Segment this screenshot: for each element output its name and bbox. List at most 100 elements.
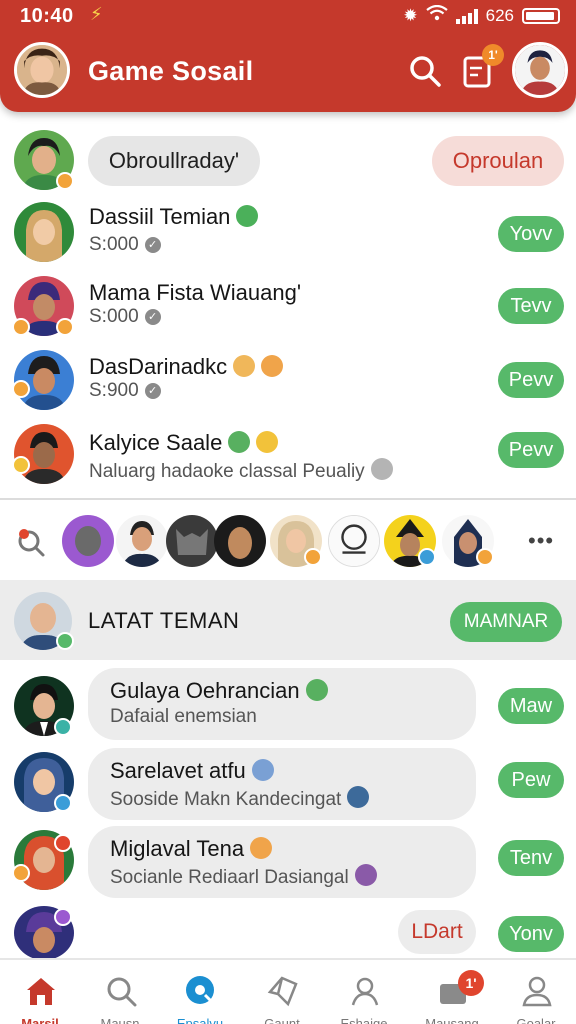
tab-profile[interactable]: Goalar xyxy=(500,960,572,1024)
avatar[interactable] xyxy=(328,515,380,567)
suggestion-status: Sooside Makn Kandecingat xyxy=(110,789,342,810)
home-icon xyxy=(27,978,55,1005)
app-title: Game Sosail xyxy=(88,56,254,86)
pet-emoji-icon xyxy=(250,837,273,859)
tab-label: Mausn xyxy=(100,1016,140,1024)
tab-discover[interactable]: Epsalvu xyxy=(164,960,236,1024)
section-title: LATAT TEMAN xyxy=(88,608,240,633)
battery-icon xyxy=(522,7,560,24)
status-emoji-icon xyxy=(12,864,30,882)
top-action-button[interactable]: Oproulan xyxy=(432,136,564,186)
notification-badge: 1' xyxy=(482,44,504,66)
face-emoji-icon xyxy=(233,355,256,377)
suggestion-name: Sarelavet atfu xyxy=(110,758,246,783)
status-time: 10:40 xyxy=(20,5,74,27)
list-item[interactable]: Gulaya Oehrancian Dafaial enemsian Maw xyxy=(0,664,576,744)
wifi-icon xyxy=(425,4,448,26)
tab-home[interactable]: Marsil xyxy=(4,960,76,1024)
friend-action-button[interactable]: Pevv xyxy=(498,362,564,398)
status-emoji-icon xyxy=(304,548,322,566)
suggestion-action-button[interactable]: Maw xyxy=(498,688,564,724)
friend-status: S:900 xyxy=(89,380,139,401)
avatar[interactable] xyxy=(116,515,168,567)
friend-action-button[interactable]: Tevv xyxy=(498,288,564,324)
friend-name: Mama Fista Wiauang' xyxy=(89,280,302,305)
charging-icon: ⚡ xyxy=(90,4,103,24)
avatar xyxy=(14,424,74,484)
search-friends-icon[interactable] xyxy=(16,528,46,558)
suggestion-action-button[interactable]: Tenv xyxy=(498,840,564,876)
tab-label: Epsalvu xyxy=(176,1016,224,1024)
last-row-chip[interactable]: LDart xyxy=(398,910,476,954)
avatar-emoji-icon xyxy=(347,786,370,808)
status-emoji-icon xyxy=(12,380,30,398)
avatar xyxy=(14,202,74,262)
tab-search[interactable]: Mausn xyxy=(84,960,156,1024)
search-icon xyxy=(107,977,137,1007)
avatar[interactable] xyxy=(214,515,266,567)
avatar-emoji-icon xyxy=(354,864,377,886)
status-emoji-icon xyxy=(418,548,436,566)
list-item[interactable]: Kalyice Saale Naluarg hadaoke classal Pe… xyxy=(0,420,576,496)
list-item[interactable]: Mama Fista Wiauang' S:000 ✓ Tevv xyxy=(0,272,576,346)
messages-badge: 1' xyxy=(458,970,484,996)
tab-game[interactable]: Gaunt xyxy=(246,960,318,1024)
profile-avatar[interactable] xyxy=(512,42,568,98)
suggestion-action-button[interactable]: Pew xyxy=(498,762,564,798)
settings-status-icon: ✹ xyxy=(403,5,418,25)
section-header: LATAT TEMAN MAMNAR xyxy=(0,580,576,660)
top-row: Obroullraday' Oproulan xyxy=(0,124,576,198)
profile-icon xyxy=(522,976,552,1007)
tab-label: Gaunt xyxy=(264,1016,300,1024)
section-action-button[interactable]: MAMNAR xyxy=(450,602,562,642)
suggestion-status: Dafaial enemsian xyxy=(110,706,257,727)
list-item[interactable]: DasDarinadkc S:900 ✓ Pevv xyxy=(0,346,576,420)
game-icon xyxy=(267,976,298,1007)
status-emoji-icon xyxy=(12,318,30,336)
my-avatar[interactable] xyxy=(14,42,70,98)
top-chip[interactable]: Obroullraday' xyxy=(88,136,260,186)
status-emoji-icon xyxy=(56,318,74,336)
tab-people[interactable]: Eshaige xyxy=(328,960,400,1024)
online-friends-strip: ••• xyxy=(0,504,576,578)
status-emoji-icon xyxy=(54,908,72,926)
avatar[interactable] xyxy=(62,515,114,567)
more-icon[interactable]: ••• xyxy=(528,528,554,554)
tab-label: Goalar xyxy=(516,1016,556,1024)
mask-emoji-icon xyxy=(370,458,393,480)
status-emoji-icon xyxy=(54,834,72,852)
game-emoji-icon xyxy=(236,205,259,227)
status-emoji-icon xyxy=(54,794,72,812)
people-icon xyxy=(351,977,379,1006)
friend-status: Naluarg hadaoke classal Peualiy xyxy=(89,461,365,482)
last-row-action-button[interactable]: Yonv xyxy=(498,916,564,952)
status-bar: 10:40 ⚡ ✹ 626 xyxy=(0,0,576,32)
list-item[interactable]: Sarelavet atfu Sooside Makn Kandecingat … xyxy=(0,744,576,824)
list-item[interactable]: LDart Yonv xyxy=(0,902,576,960)
friend-action-button[interactable]: Pevv xyxy=(498,432,564,468)
list-item[interactable]: Dassiil Temian S:000 ✓ Yovv xyxy=(0,198,576,272)
friend-action-button[interactable]: Yovv xyxy=(498,216,564,252)
tab-label: Eshaige xyxy=(340,1016,388,1024)
suggestion-status: Socianle Rediaarl Dasiangal xyxy=(110,867,349,888)
avatar[interactable] xyxy=(166,515,218,567)
divider xyxy=(0,498,576,500)
bottom-tab-bar: Marsil Mausn Epsalvu Gaunt Eshaige Mausa… xyxy=(0,958,576,1024)
face-emoji-icon xyxy=(261,355,284,377)
game-emoji-icon xyxy=(305,679,328,701)
tab-label: Mausang xyxy=(425,1016,479,1024)
verified-icon: ✓ xyxy=(144,237,161,253)
status-emoji-icon xyxy=(12,456,30,474)
friend-name: DasDarinadkc xyxy=(89,354,228,379)
suggestion-name: Miglaval Tena xyxy=(110,836,245,861)
friend-status: S:000 xyxy=(89,306,139,327)
list-item[interactable]: Miglaval Tena Socianle Rediaarl Dasianga… xyxy=(0,824,576,902)
status-emoji-icon xyxy=(476,548,494,566)
suggestion-name: Gulaya Oehrancian xyxy=(110,678,300,703)
game-emoji-icon xyxy=(228,431,251,453)
search-icon[interactable] xyxy=(408,54,442,88)
battery-level: 626 xyxy=(485,5,514,25)
friend-name: Kalyice Saale xyxy=(89,430,223,455)
verified-icon: ✓ xyxy=(144,383,161,399)
friend-status: S:000 xyxy=(89,234,139,255)
